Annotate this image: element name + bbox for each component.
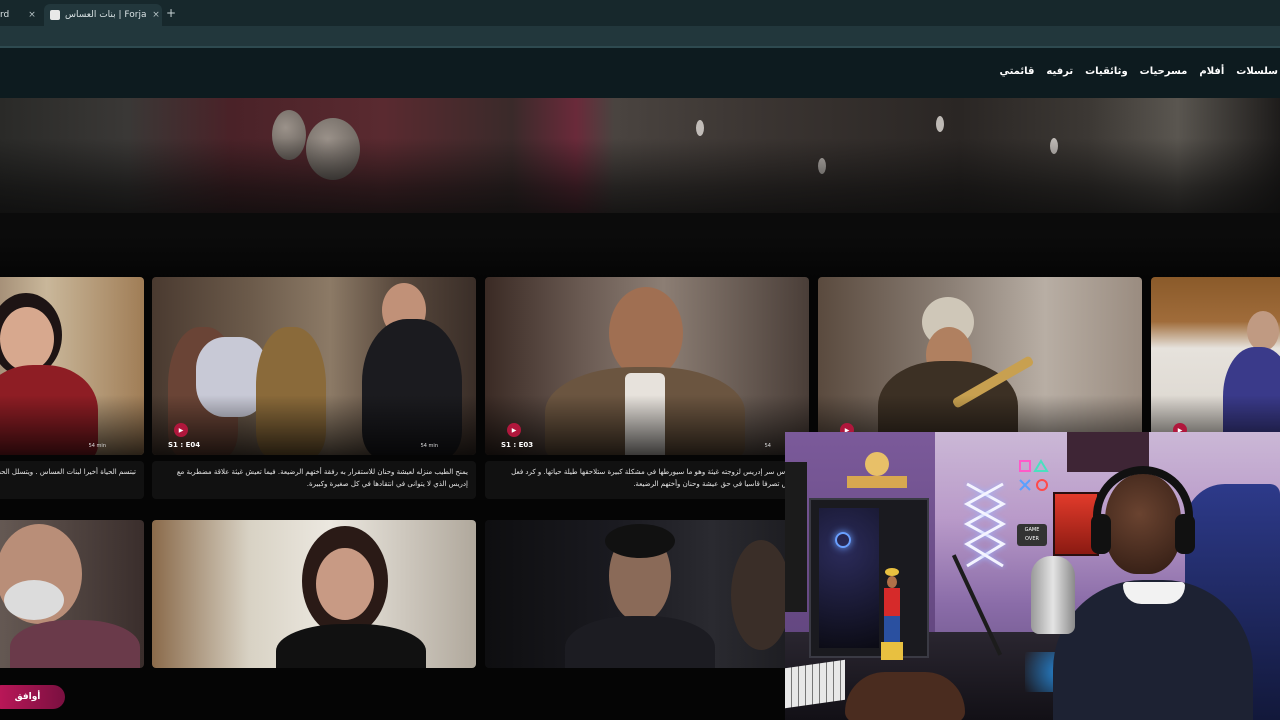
browser-tabstrip: rd × بنات العساس | Forja × + (0, 0, 1280, 26)
episode-thumbnail[interactable]: ▶ S1 : E04 54 min (152, 277, 476, 455)
webcam-neon-sign (963, 482, 1007, 568)
nav-item-movies[interactable]: أفلام (1199, 66, 1224, 77)
nav-item-documentaries[interactable]: وثائقيات (1085, 66, 1128, 77)
webcam-overlay: GAME OVER (785, 432, 1280, 720)
tab-title: بنات العساس | Forja (65, 10, 147, 20)
episode-code: S1 : E04 (168, 441, 201, 449)
webcam-person-collar (1123, 582, 1185, 604)
episode-thumbnail[interactable]: ▶ (818, 277, 1142, 455)
close-icon[interactable]: × (26, 10, 38, 20)
hero-gradient (0, 138, 1280, 278)
nav-item-series[interactable]: سلسلات (1236, 66, 1278, 77)
microphone-icon (1031, 556, 1075, 634)
webcam-person-hand (845, 672, 965, 720)
plus-icon[interactable]: + (164, 6, 178, 20)
episode-description: تبتسم الحياة أخيرا لبنات العساس . ويتسلل… (0, 461, 144, 499)
browser-tab-previous[interactable]: rd × (0, 4, 42, 26)
play-icon[interactable]: ▶ (507, 423, 521, 437)
episode-duration: 54 (764, 443, 771, 449)
hero-banner (0, 98, 1280, 278)
webcam-pc-glass (819, 508, 879, 648)
episode-duration: 54 min (420, 443, 438, 449)
accept-button[interactable]: أوافق (0, 685, 65, 709)
screen: rd × بنات العساس | Forja × + سلسلات أفلا… (0, 0, 1280, 720)
episode-code: S1 : E03 (501, 441, 534, 449)
episode-thumbnail[interactable]: ▶ 54 min (0, 277, 144, 455)
episode-thumbnail[interactable] (152, 520, 476, 668)
site-header: سلسلات أفلام مسرحيات وثائقيات ترفيه قائم… (0, 48, 1280, 98)
episode-thumbnail[interactable] (0, 520, 144, 668)
webcam-pc-light (835, 532, 851, 548)
episode-duration: 54 min (88, 443, 106, 449)
webcam-figure (879, 568, 905, 660)
nav-item-entertainment[interactable]: ترفيه (1046, 66, 1073, 77)
forja-favicon-icon (50, 10, 60, 20)
episode-thumbnail[interactable]: ▶ S1 : E03 54 (485, 277, 809, 455)
webcam-headset-ear (1091, 514, 1111, 554)
browser-toolbar[interactable] (0, 26, 1280, 46)
nav-item-my-list[interactable]: قائمتي (999, 66, 1034, 77)
play-icon[interactable]: ▶ (174, 423, 188, 437)
episode-thumbnail[interactable] (485, 520, 809, 668)
episode-description: يمنح الطيب منزله لعيشة وحنان للاستقرار ب… (152, 461, 476, 499)
close-icon[interactable]: × (150, 10, 162, 20)
webcam-keyboard (785, 659, 845, 709)
episode-description: العساس سر إدريس لزوجته غيثة وهو ما سيورط… (485, 461, 809, 499)
hero-detail (696, 120, 704, 136)
webcam-sign (847, 452, 907, 492)
webcam-headset-ear (1175, 514, 1195, 554)
browser-tab-active[interactable]: بنات العساس | Forja × (44, 4, 162, 26)
main-nav: سلسلات أفلام مسرحيات وثائقيات ترفيه قائم… (999, 66, 1278, 77)
episode-thumbnail[interactable]: ▶ (1151, 277, 1280, 455)
webcam-game-over-sign: GAME OVER (1017, 524, 1047, 546)
webcam-monitor (785, 462, 807, 612)
webcam-playstation-symbols (1017, 458, 1053, 494)
nav-item-plays[interactable]: مسرحيات (1140, 66, 1188, 77)
hero-detail (936, 116, 944, 132)
